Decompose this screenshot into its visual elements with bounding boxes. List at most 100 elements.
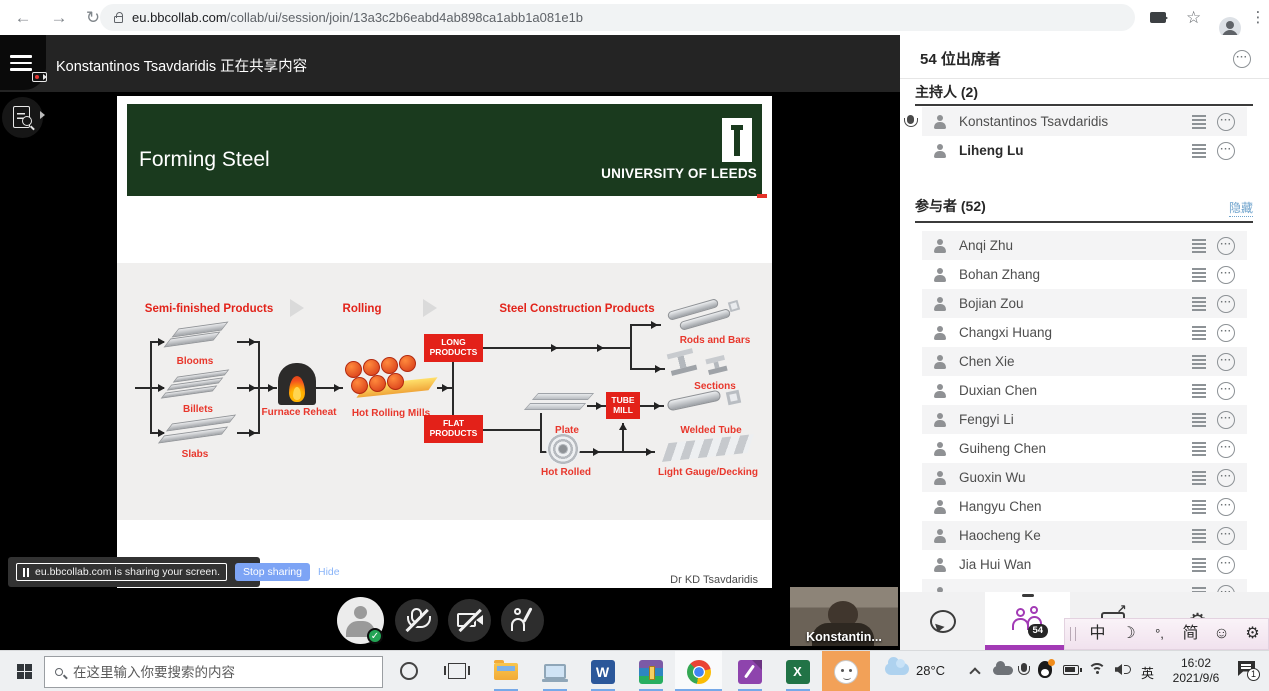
participant-row[interactable]: Duxian Chen bbox=[922, 376, 1247, 405]
shared-content-icon[interactable] bbox=[1192, 268, 1206, 282]
raise-hand-button[interactable] bbox=[501, 599, 544, 642]
attendee-options-button[interactable] bbox=[1217, 440, 1235, 458]
speaker-icon[interactable] bbox=[1115, 664, 1122, 675]
attendee-options-button[interactable] bbox=[1217, 237, 1235, 255]
presenter-video-thumbnail[interactable]: Konstantin... bbox=[790, 587, 898, 646]
participant-row[interactable]: Hangyu Chen bbox=[922, 492, 1247, 521]
back-icon[interactable]: ← bbox=[8, 0, 38, 35]
shared-content-icon[interactable] bbox=[1192, 471, 1206, 485]
participant-row[interactable]: Changxi Huang bbox=[922, 318, 1247, 347]
shared-content-icon[interactable] bbox=[1192, 500, 1206, 514]
participant-row[interactable]: Chen Xie bbox=[922, 347, 1247, 376]
attendee-options-button[interactable] bbox=[1217, 353, 1235, 371]
shared-content-icon[interactable] bbox=[1192, 326, 1206, 340]
temperature-label[interactable]: 28°C bbox=[916, 663, 945, 678]
taskbar-pen-app[interactable] bbox=[726, 651, 773, 691]
clock[interactable]: 16:02 2021/9/6 bbox=[1163, 656, 1229, 686]
attendee-options-button[interactable] bbox=[1217, 498, 1235, 516]
session-menu-button[interactable] bbox=[0, 35, 46, 90]
pause-icon bbox=[23, 568, 29, 577]
cortana-button[interactable] bbox=[400, 662, 418, 680]
ime-grip-icon[interactable] bbox=[1070, 627, 1076, 641]
attendee-options-button[interactable] bbox=[1217, 142, 1235, 160]
ime-simplified-toggle[interactable]: 简 bbox=[1175, 619, 1206, 649]
shared-content-icon[interactable] bbox=[1192, 115, 1206, 129]
shared-content-icon[interactable] bbox=[1192, 144, 1206, 158]
taskbar-active-orange-app[interactable] bbox=[822, 651, 870, 691]
participant-row[interactable]: Bojian Zou bbox=[922, 289, 1247, 318]
participant-row[interactable]: Haocheng Ke bbox=[922, 521, 1247, 550]
stop-sharing-button[interactable]: Stop sharing bbox=[235, 563, 310, 581]
weather-cloud-icon[interactable] bbox=[885, 663, 909, 675]
bookmark-star-icon[interactable]: ☆ bbox=[1186, 0, 1201, 35]
participant-row[interactable] bbox=[922, 579, 1247, 592]
participant-row[interactable]: Anqi Zhu bbox=[922, 231, 1247, 260]
taskbar-display-app[interactable] bbox=[531, 651, 578, 691]
attendee-options-button[interactable] bbox=[1217, 556, 1235, 574]
camera-toggle-button[interactable] bbox=[448, 599, 491, 642]
taskbar-excel[interactable]: X bbox=[774, 651, 821, 691]
attendee-options-button[interactable] bbox=[1217, 295, 1235, 313]
attendees-options-button[interactable] bbox=[1233, 50, 1251, 68]
attendee-options-button[interactable] bbox=[1217, 382, 1235, 400]
attendee-options-button[interactable] bbox=[1217, 527, 1235, 545]
taskbar-winrar[interactable] bbox=[627, 651, 674, 691]
attendee-options-button[interactable] bbox=[1217, 411, 1235, 429]
wifi-icon[interactable] bbox=[1088, 663, 1106, 677]
view-content-button[interactable] bbox=[2, 97, 43, 138]
browser-menu-icon[interactable]: ⋮ bbox=[1250, 0, 1266, 35]
shared-content-icon[interactable] bbox=[1192, 297, 1206, 311]
participant-row[interactable]: Guoxin Wu bbox=[922, 463, 1247, 492]
tray-expand-chevron[interactable] bbox=[969, 667, 980, 678]
tray-microphone-icon[interactable] bbox=[1021, 663, 1027, 672]
search-input[interactable] bbox=[71, 664, 351, 681]
attendee-options-button[interactable] bbox=[1217, 324, 1235, 342]
participant-row[interactable]: Jia Hui Wan bbox=[922, 550, 1247, 579]
taskbar-file-explorer[interactable] bbox=[482, 651, 529, 691]
attendee-options-button[interactable] bbox=[1217, 266, 1235, 284]
diagram-header-construction: Steel Construction Products bbox=[477, 303, 677, 315]
taskbar-word[interactable]: W bbox=[579, 651, 626, 691]
taskbar-chrome[interactable] bbox=[675, 651, 722, 691]
forward-icon[interactable]: → bbox=[44, 0, 74, 35]
shared-content-icon[interactable] bbox=[1192, 558, 1206, 572]
participant-row[interactable]: Guiheng Chen bbox=[922, 434, 1247, 463]
ime-emoji-icon[interactable]: ☺ bbox=[1206, 619, 1237, 649]
hide-participants-link[interactable]: 隐藏 bbox=[1229, 199, 1253, 217]
chrome-share-notification: eu.bbcollab.com is sharing your screen. … bbox=[8, 557, 260, 587]
attendee-options-button[interactable] bbox=[1217, 585, 1235, 593]
person-icon bbox=[932, 528, 948, 544]
status-check-icon: ✓ bbox=[367, 628, 383, 644]
hide-sharing-button[interactable]: Hide bbox=[318, 566, 340, 578]
attendee-options-button[interactable] bbox=[1217, 113, 1235, 131]
qq-penguin-icon[interactable] bbox=[1038, 661, 1052, 678]
taskbar-search-box[interactable] bbox=[44, 656, 383, 688]
tab-chat[interactable] bbox=[900, 592, 985, 650]
shared-content-icon[interactable] bbox=[1192, 442, 1206, 456]
task-view-button[interactable] bbox=[448, 663, 466, 679]
ime-fullwidth-moon-icon[interactable]: ☽ bbox=[1113, 619, 1144, 649]
participant-row[interactable]: Fengyi Li bbox=[922, 405, 1247, 434]
address-bar[interactable]: eu.bbcollab.com/collab/ui/session/join/1… bbox=[100, 4, 1135, 31]
moderator-row[interactable]: Liheng Lu bbox=[922, 136, 1247, 165]
ime-punctuation-toggle[interactable]: °, bbox=[1144, 619, 1175, 649]
moderator-row[interactable]: Konstantinos Tsavdaridis bbox=[922, 107, 1247, 136]
language-indicator[interactable]: 英 bbox=[1141, 663, 1154, 682]
tab-capture-camera-icon[interactable] bbox=[1150, 12, 1166, 23]
ime-settings-gear-icon[interactable]: ⚙ bbox=[1237, 619, 1268, 649]
attendee-name: Jia Hui Wan bbox=[959, 557, 1192, 572]
shared-content-icon[interactable] bbox=[1192, 384, 1206, 398]
shared-content-icon[interactable] bbox=[1192, 355, 1206, 369]
shared-content-icon[interactable] bbox=[1192, 529, 1206, 543]
microphone-toggle-button[interactable] bbox=[395, 599, 438, 642]
ime-mode-toggle[interactable]: 中 bbox=[1082, 619, 1113, 649]
shared-content-icon[interactable] bbox=[1192, 239, 1206, 253]
participant-row[interactable]: Bohan Zhang bbox=[922, 260, 1247, 289]
tab-attendees[interactable]: 54 bbox=[985, 592, 1070, 650]
battery-icon[interactable] bbox=[1063, 665, 1079, 675]
shared-content-icon[interactable] bbox=[1192, 413, 1206, 427]
attendee-name: Guiheng Chen bbox=[959, 441, 1192, 456]
start-button[interactable] bbox=[8, 651, 42, 691]
attendee-options-button[interactable] bbox=[1217, 469, 1235, 487]
onedrive-cloud-icon[interactable] bbox=[993, 666, 1013, 675]
